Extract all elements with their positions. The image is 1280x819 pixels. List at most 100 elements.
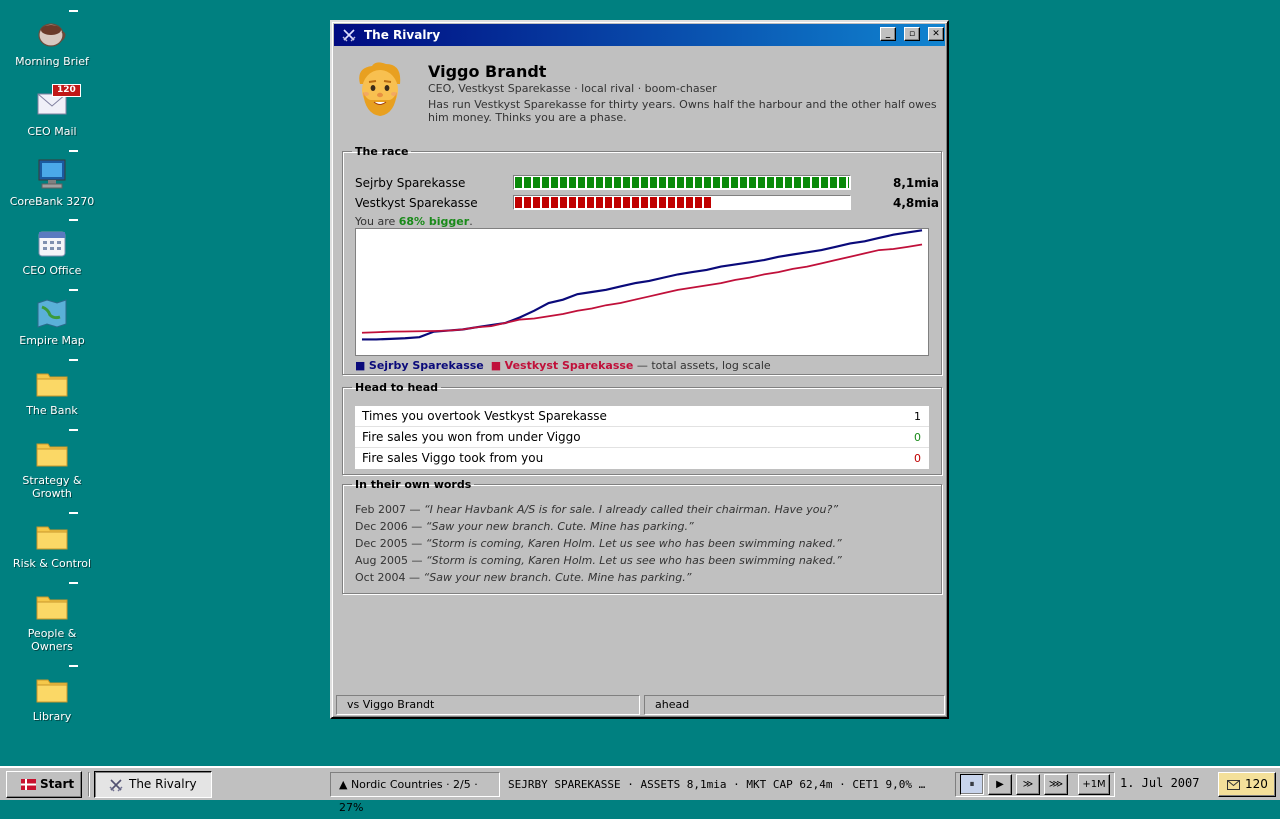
taskbar: Start The Rivalry ▲ Nordic Countries · 2… [0, 766, 1280, 814]
status-bar: vs Viggo Brandt ahead [334, 695, 945, 715]
terminal-icon [38, 159, 66, 189]
shortcut-mark [69, 429, 78, 431]
race-bar-fill-own [515, 177, 849, 188]
folder-icon [36, 373, 68, 397]
table-row: Times you overtook Vestkyst Sparekasse 1 [355, 406, 929, 427]
desktop-icon-label: CoreBank 3270 [9, 195, 95, 208]
close-button[interactable]: ✕ [928, 27, 944, 41]
desktop-icon-label: People & Owners [27, 627, 77, 653]
minimize-button[interactable]: _ [880, 27, 896, 41]
quote-item: Dec 2005 — “Storm is coming, Karen Holm.… [355, 537, 842, 550]
danish-flag-icon [21, 779, 36, 790]
head-to-head-table: Times you overtook Vestkyst Sparekasse 1… [355, 406, 929, 469]
race-summary-prefix: You are [355, 215, 399, 228]
desktop-icon-risk-control[interactable]: Risk & Control [8, 512, 96, 584]
maximize-button[interactable]: ▫ [904, 27, 920, 41]
h2h-value: 0 [914, 452, 921, 465]
desktop-icon-label: CEO Mail [27, 125, 77, 138]
rivalry-window: The Rivalry _ ▫ ✕ Viggo Brandt CEO, Vest… [330, 20, 949, 719]
quote-text: “Saw your new branch. Cute. Mine has par… [423, 571, 692, 584]
quote-date: Dec 2005 [355, 537, 408, 550]
legend-swatch-own: ■ [355, 359, 366, 372]
race-value: 8,1mia [893, 176, 939, 190]
h2h-value: 0 [914, 431, 921, 444]
fast-forward-button[interactable]: ≫ [1016, 774, 1040, 795]
quote-item: Dec 2006 — “Saw your new branch. Cute. M… [355, 520, 694, 533]
advance-month-button[interactable]: +1M [1078, 774, 1110, 795]
shortcut-mark [69, 289, 78, 291]
window-title: The Rivalry [364, 28, 441, 42]
play-button[interactable]: ▶ [988, 774, 1012, 795]
h2h-label: Fire sales you won from under Viggo [362, 430, 581, 444]
quote-text: “Storm is coming, Karen Holm. Let us see… [425, 537, 842, 550]
quote-date: Dec 2006 [355, 520, 408, 533]
desktop-icon-ceo-office[interactable]: CEO Office [8, 219, 96, 291]
desktop-icon-morning-brief[interactable]: Morning Brief [8, 10, 96, 82]
desktop-icon-label: Morning Brief [15, 55, 89, 68]
race-summary-suffix: . [469, 215, 473, 228]
mail-icon [1227, 780, 1240, 790]
quote-text: “Storm is coming, Karen Holm. Let us see… [425, 554, 842, 567]
race-group: The race Sejrby Sparekasse 8,1mia Vestky… [342, 145, 942, 375]
unread-badge: 120 [52, 84, 81, 97]
taskbar-item-the-rivalry[interactable]: The Rivalry [94, 771, 212, 798]
expansion-progress[interactable]: ▲ Nordic Countries · 2/5 · 27% [330, 772, 500, 814]
race-bank-name: Vestkyst Sparekasse [355, 196, 478, 210]
status-standing: ahead [644, 695, 945, 715]
taskbar-item-label: The Rivalry [129, 777, 197, 791]
desktop-icon-ceo-mail[interactable]: 120 CEO Mail [8, 84, 96, 152]
desktop-icon-people-owners[interactable]: People & Owners [8, 582, 96, 654]
folder-icon [36, 443, 68, 467]
pause-button[interactable]: ⏸ [960, 774, 984, 795]
shortcut-mark [69, 665, 78, 667]
desktop-icon-strategy-growth[interactable]: Strategy & Growth [8, 429, 96, 501]
shortcut-mark [69, 10, 78, 12]
start-button[interactable]: Start [6, 771, 82, 798]
quote-separator: — [407, 537, 426, 550]
desktop-icon-label: Empire Map [19, 334, 85, 347]
rival-name: Viggo Brandt [428, 62, 547, 81]
folder-icon [36, 526, 68, 550]
quote-separator: — [407, 520, 426, 533]
folder-icon [36, 596, 68, 620]
crossed-swords-icon [342, 29, 356, 42]
status-opponent: vs Viggo Brandt [336, 695, 640, 715]
race-legend: The race [355, 145, 409, 158]
quote-item: Oct 2004 — “Saw your new branch. Cute. M… [355, 571, 691, 584]
shortcut-mark [69, 582, 78, 584]
race-summary-highlight: 68% bigger [398, 215, 470, 228]
quote-item: Aug 2005 — “Storm is coming, Karen Holm.… [355, 554, 842, 567]
series-line-own [361, 229, 923, 341]
race-value: 4,8mia [893, 196, 939, 210]
quote-date: Aug 2005 [355, 554, 408, 567]
desktop-icon-label: Strategy & Growth [22, 474, 82, 500]
quote-separator: — [405, 571, 424, 584]
shortcut-mark [69, 359, 78, 361]
start-label: Start [40, 777, 75, 791]
desktop-icon-library[interactable]: Library [8, 665, 96, 737]
rival-bio: Has run Vestkyst Sparekasse for thirty y… [428, 98, 937, 124]
crossed-swords-icon [109, 779, 123, 792]
desktop-icon-corebank[interactable]: CoreBank 3270 [8, 150, 96, 222]
quotes-group: In their own words Feb 2007 — “I hear Ha… [342, 478, 942, 594]
quote-item: Feb 2007 — “I hear Havbank A/S is for sa… [355, 503, 838, 516]
calendar-icon [38, 231, 66, 257]
desktop-icon-empire-map[interactable]: Empire Map [8, 289, 96, 361]
window-content: Viggo Brandt CEO, Vestkyst Sparekasse · … [334, 48, 945, 693]
race-bank-name: Sejrby Sparekasse [355, 176, 466, 190]
race-row-rival: Vestkyst Sparekasse 4,8mia [355, 195, 939, 211]
desktop-icon-label: Risk & Control [12, 557, 92, 570]
map-icon [37, 299, 67, 328]
quote-text: “Saw your new branch. Cute. Mine has par… [425, 520, 694, 533]
folder-icon [36, 679, 68, 703]
mail-tray-button[interactable]: 120 [1218, 772, 1276, 797]
mail-count: 120 [1245, 777, 1268, 791]
quote-date: Oct 2004 [355, 571, 406, 584]
game-date: 1. Jul 2007 [1120, 776, 1200, 790]
series-line-rival [361, 243, 923, 334]
table-row: Fire sales you won from under Viggo 0 [355, 427, 929, 448]
desktop-icon-the-bank[interactable]: The Bank [8, 359, 96, 431]
fastest-button[interactable]: ⋙ [1044, 774, 1068, 795]
shortcut-mark [69, 512, 78, 514]
window-titlebar[interactable]: The Rivalry _ ▫ ✕ [334, 24, 945, 46]
